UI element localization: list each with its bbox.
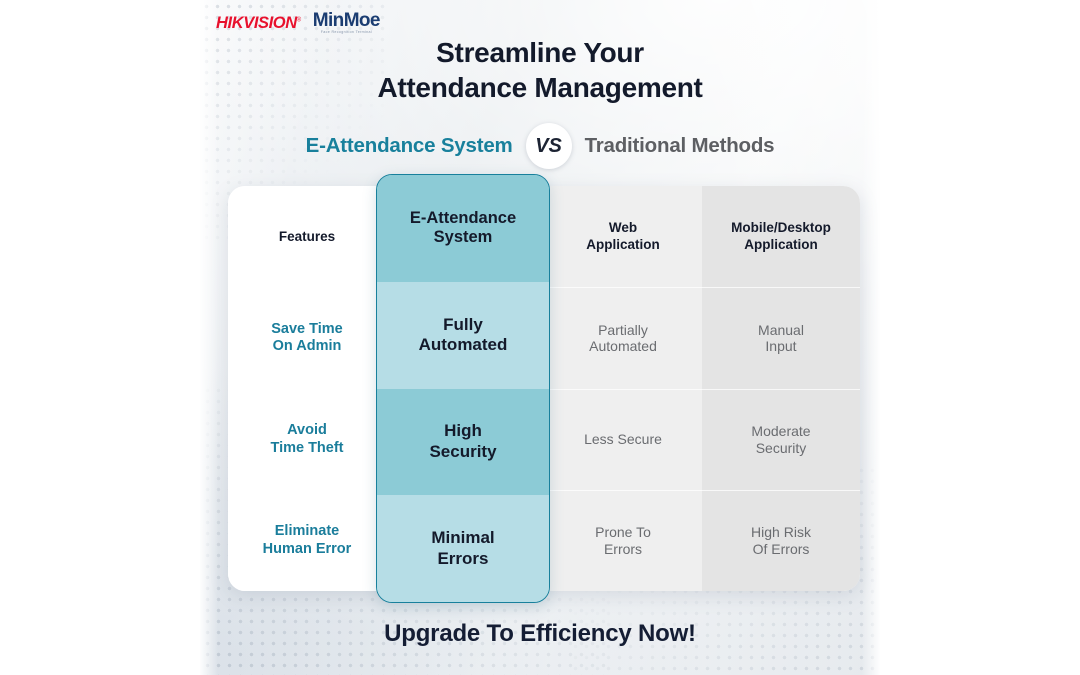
table-cell-eattendance-1: High Security (377, 388, 549, 496)
table-cell-mobile-0: Manual Input (702, 287, 860, 388)
minmoe-logo: MinMoe Face Recognition Terminal (312, 10, 381, 35)
table-cell-line-2: Security (429, 441, 497, 461)
column-header-line-2: System (433, 228, 493, 247)
column-eattendance-highlight: E-Attendance System Fully Automated High… (376, 174, 550, 603)
hikvision-trademark-icon: ® (296, 17, 301, 24)
table-cell-eattendance-0: Fully Automated (377, 281, 549, 389)
table-cell-line-2: Errors (437, 548, 489, 568)
minmoe-logo-text: MinMoe (312, 10, 381, 31)
feature-label-save-time: Save Time On Admin (271, 321, 342, 356)
feature-label-line-2: Time Theft (270, 439, 344, 456)
column-header-eattendance: E-Attendance System (377, 175, 549, 282)
column-mobile-desktop-application: Mobile/Desktop Application Manual Input … (702, 186, 860, 591)
table-cell-line-1: Minimal (431, 528, 495, 548)
table-cell-line-2: Security (755, 439, 807, 456)
feature-label-avoid-time-theft: Avoid Time Theft (270, 422, 343, 457)
table-cell-web-1: Less Secure (544, 388, 702, 490)
table-row: Save Time On Admin (228, 287, 386, 388)
table-cell-line-1: Fully (443, 314, 483, 334)
table-cell-line-1: Moderate (751, 422, 811, 439)
feature-label-line-2: On Admin (272, 338, 342, 355)
table-cell-line-1: Less Secure (584, 431, 662, 448)
table-cell-line-1: High (444, 421, 482, 441)
column-web-application: Web Application Partially Automated Less… (544, 186, 702, 591)
hikvision-logo: HIKVISION® (216, 13, 301, 32)
column-features: Features Save Time On Admin Avoid Time T… (228, 186, 386, 591)
column-header-mobile-desktop: Mobile/Desktop Application (702, 186, 860, 287)
versus-right-label: Traditional Methods (584, 134, 775, 157)
feature-label-line-1: Eliminate (274, 523, 340, 540)
table-cell-mobile-1: Moderate Security (702, 388, 860, 490)
table-row: Avoid Time Theft (228, 388, 386, 490)
table-cell-line-1: Partially (598, 321, 648, 338)
table-cell-line-1: High Risk (751, 524, 811, 541)
content-panel: HIKVISION® MinMoe Face Recognition Termi… (200, 0, 880, 675)
versus-row: E-Attendance System VS Traditional Metho… (200, 123, 880, 169)
versus-badge: VS (525, 123, 572, 169)
page-title-line-1: Streamline Your (436, 37, 644, 68)
feature-label-eliminate-human-error: Eliminate Human Error (263, 523, 352, 558)
minmoe-logo-tagline: Face Recognition Terminal (320, 30, 372, 34)
comparison-table: Features Save Time On Admin Avoid Time T… (228, 174, 860, 603)
table-cell-web-0: Partially Automated (544, 287, 702, 388)
logo-bar: HIKVISION® MinMoe Face Recognition Termi… (216, 10, 381, 35)
column-header-web-application: Web Application (544, 186, 702, 287)
column-header-line-1: Mobile/Desktop (731, 220, 831, 236)
page-title-line-2: Attendance Management (377, 71, 703, 103)
feature-label-line-1: Avoid (287, 422, 327, 439)
table-cell-line-2: Input (765, 338, 797, 355)
table-cell-mobile-2: High Risk Of Errors (702, 489, 860, 591)
feature-label-line-1: Save Time (271, 320, 343, 337)
hikvision-logo-text: HIKVISION (216, 13, 297, 32)
table-cell-line-2: Automated (418, 335, 508, 355)
page-title: Streamline Your Attendance Management (200, 36, 880, 105)
column-header-line-2: Application (744, 236, 818, 252)
column-header-line-2: Application (586, 236, 660, 252)
feature-label-line-2: Human Error (262, 540, 352, 557)
table-cell-line-2: Of Errors (752, 540, 810, 557)
table-row: Eliminate Human Error (228, 489, 386, 591)
table-cell-line-2: Automated (589, 338, 657, 355)
table-cell-eattendance-2: Minimal Errors (377, 495, 549, 602)
column-header-features: Features (278, 228, 336, 244)
column-header-line-1: Web (608, 220, 638, 236)
table-cell-web-2: Prone To Errors (544, 489, 702, 591)
table-cell-line-1: Prone To (595, 524, 651, 541)
table-cell-line-1: Manual (758, 321, 804, 338)
versus-left-label: E-Attendance System (305, 134, 513, 157)
table-cell-line-2: Errors (603, 540, 643, 557)
column-header-line-1: E-Attendance (409, 208, 517, 227)
poster-canvas: HIKVISION® MinMoe Face Recognition Termi… (0, 0, 1080, 675)
cta-text: Upgrade To Efficiency Now! (384, 620, 696, 647)
